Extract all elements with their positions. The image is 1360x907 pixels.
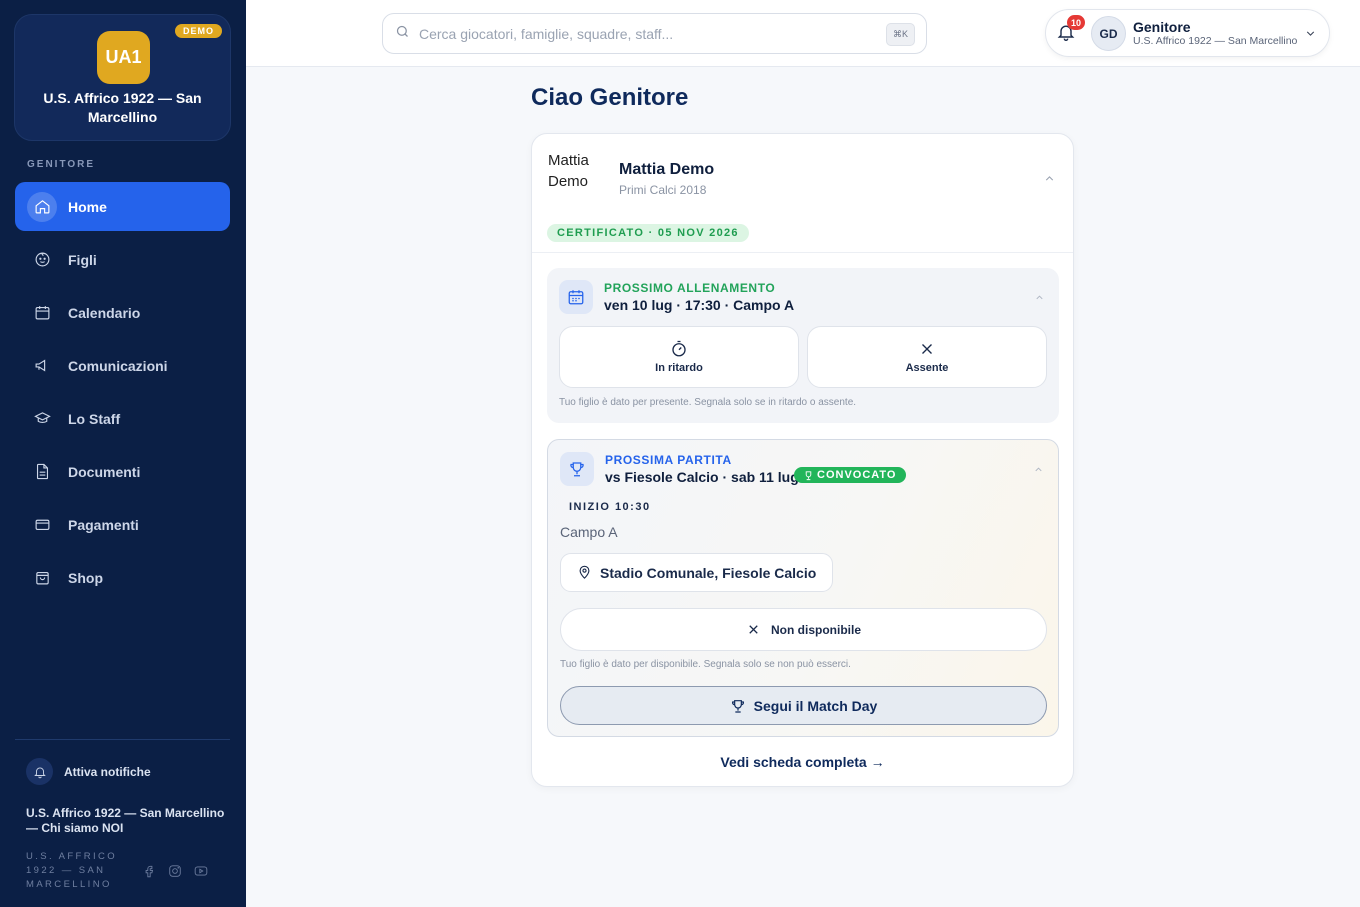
search-box[interactable]: ⌘K: [382, 13, 927, 54]
child-card: Mattia Demo Mattia Demo Primi Calci 2018…: [531, 133, 1074, 787]
sidebar: UA1 DEMO U.S. Affrico 1922 — San Marcell…: [0, 0, 246, 907]
credit-card-icon: [27, 510, 57, 540]
match-label: PROSSIMA PARTITA: [605, 453, 732, 467]
document-icon: [27, 457, 57, 487]
user-club: U.S. Affrico 1922 — San Marcellino: [1133, 35, 1298, 47]
baby-face-icon: [27, 245, 57, 275]
footer-club-name: U.S. AFFRICO 1922 — SAN MARCELLINO: [26, 851, 118, 890]
stopwatch-icon: [672, 340, 686, 357]
club-card[interactable]: UA1 DEMO U.S. Affrico 1922 — San Marcell…: [14, 14, 231, 141]
venue-button[interactable]: Stadio Comunale, Fiesole Calcio: [560, 553, 834, 592]
unavailable-label: Non disponibile: [771, 622, 861, 637]
avatar: GD: [1091, 16, 1126, 51]
child-name: Mattia Demo: [619, 161, 715, 178]
sidebar-item-pagamenti[interactable]: Pagamenti: [15, 500, 230, 549]
bell-icon: [26, 758, 53, 785]
sidebar-item-figli[interactable]: Figli: [15, 235, 230, 284]
match-title: vs Fiesole Calcio · sab 11 lug: [605, 469, 799, 485]
sidebar-item-label: Pagamenti: [68, 516, 139, 533]
chevron-down-icon: [1304, 27, 1317, 45]
training-hint: Tuo figlio è dato per presente. Segnala …: [559, 397, 857, 408]
trophy-icon: [560, 452, 594, 486]
certificate-badge: CERTIFICATO · 05 NOV 2026: [547, 224, 749, 242]
sidebar-item-label: Lo Staff: [68, 410, 121, 427]
match-day-label: Segui il Match Day: [753, 697, 878, 714]
page-title: Ciao Genitore: [531, 84, 689, 111]
trophy-icon: [805, 470, 812, 480]
user-menu[interactable]: 10 GD Genitore U.S. Affrico 1922 — San M…: [1045, 9, 1330, 57]
called-up-label: CONVOCATO: [817, 469, 897, 481]
social-links: [142, 864, 208, 883]
sidebar-item-label: Figli: [68, 251, 97, 268]
calendar-icon: [559, 280, 593, 314]
match-hint: Tuo figlio è dato per disponibile. Segna…: [560, 659, 851, 670]
full-profile-link[interactable]: Vedi scheda completa →: [532, 754, 1073, 770]
youtube-icon[interactable]: [194, 864, 208, 883]
absent-button[interactable]: Assente: [807, 326, 1047, 388]
instagram-icon[interactable]: [168, 864, 182, 883]
late-label: In ritardo: [655, 362, 703, 374]
sidebar-item-label: Home: [68, 198, 107, 215]
club-logo: UA1: [97, 31, 150, 84]
next-match-section: PROSSIMA PARTITA vs Fiesole Calcio · sab…: [547, 439, 1059, 737]
shopping-bag-icon: [27, 563, 57, 593]
search-icon: [395, 24, 410, 44]
sidebar-item-label: Documenti: [68, 463, 141, 480]
trophy-icon: [731, 699, 744, 713]
footer-club-link[interactable]: U.S. Affrico 1922 — San Marcellino — Chi…: [26, 806, 226, 836]
sidebar-item-label: Comunicazioni: [68, 357, 168, 374]
megaphone-icon: [27, 351, 57, 381]
club-name: U.S. Affrico 1922 — San Marcellino: [43, 90, 202, 125]
late-button[interactable]: In ritardo: [559, 326, 799, 388]
user-name: Genitore: [1133, 19, 1191, 35]
search-input[interactable]: [419, 25, 879, 42]
absent-label: Assente: [905, 362, 949, 374]
enable-notifications-label: Attiva notifiche: [64, 764, 151, 779]
sidebar-item-comunicazioni[interactable]: Comunicazioni: [15, 341, 230, 390]
sidebar-item-calendario[interactable]: Calendario: [15, 288, 230, 337]
graduation-cap-icon: [27, 404, 57, 434]
demo-badge: DEMO: [175, 24, 222, 38]
sidebar-item-lo-staff[interactable]: Lo Staff: [15, 394, 230, 443]
chevron-up-icon[interactable]: [1033, 462, 1044, 480]
match-day-button[interactable]: Segui il Match Day: [560, 686, 1047, 725]
match-start-time: INIZIO 10:30: [569, 501, 651, 513]
venue-label: Stadio Comunale, Fiesole Calcio: [600, 564, 817, 581]
close-icon: [922, 344, 932, 354]
sidebar-item-shop[interactable]: Shop: [15, 553, 230, 602]
child-photo: Mattia Demo: [548, 152, 589, 190]
calendar-icon: [27, 298, 57, 328]
chevron-up-icon[interactable]: [1043, 172, 1056, 190]
notification-count-badge: 10: [1067, 15, 1085, 30]
sidebar-item-home[interactable]: Home: [15, 182, 230, 231]
topbar: ⌘K 10 GD Genitore U.S. Affrico 1922 — Sa…: [246, 0, 1360, 67]
sidebar-item-documenti[interactable]: Documenti: [15, 447, 230, 496]
sidebar-divider: [15, 739, 230, 740]
sidebar-item-label: Shop: [68, 569, 103, 586]
training-label: PROSSIMO ALLENAMENTO: [604, 281, 776, 295]
chevron-up-icon[interactable]: [1034, 290, 1045, 308]
map-pin-icon: [579, 565, 590, 579]
unavailable-button[interactable]: Non disponibile: [560, 608, 1047, 651]
role-label: GENITORE: [27, 159, 96, 170]
enable-notifications-button[interactable]: Attiva notifiche: [26, 758, 151, 785]
facebook-icon[interactable]: [142, 864, 156, 883]
sidebar-nav: Home Figli Calendario Comunicazioni Lo S…: [15, 182, 230, 606]
training-title: ven 10 lug · 17:30 · Campo A: [604, 297, 795, 313]
home-icon: [27, 191, 57, 222]
called-up-badge: CONVOCATO: [794, 467, 906, 483]
match-field: Campo A: [560, 524, 618, 540]
sidebar-item-label: Calendario: [68, 304, 141, 321]
next-training-section: PROSSIMO ALLENAMENTO ven 10 lug · 17:30 …: [547, 268, 1059, 423]
close-icon: [749, 625, 758, 634]
child-team: Primi Calci 2018: [619, 183, 707, 197]
card-divider: [532, 252, 1073, 253]
search-shortcut: ⌘K: [885, 23, 915, 46]
